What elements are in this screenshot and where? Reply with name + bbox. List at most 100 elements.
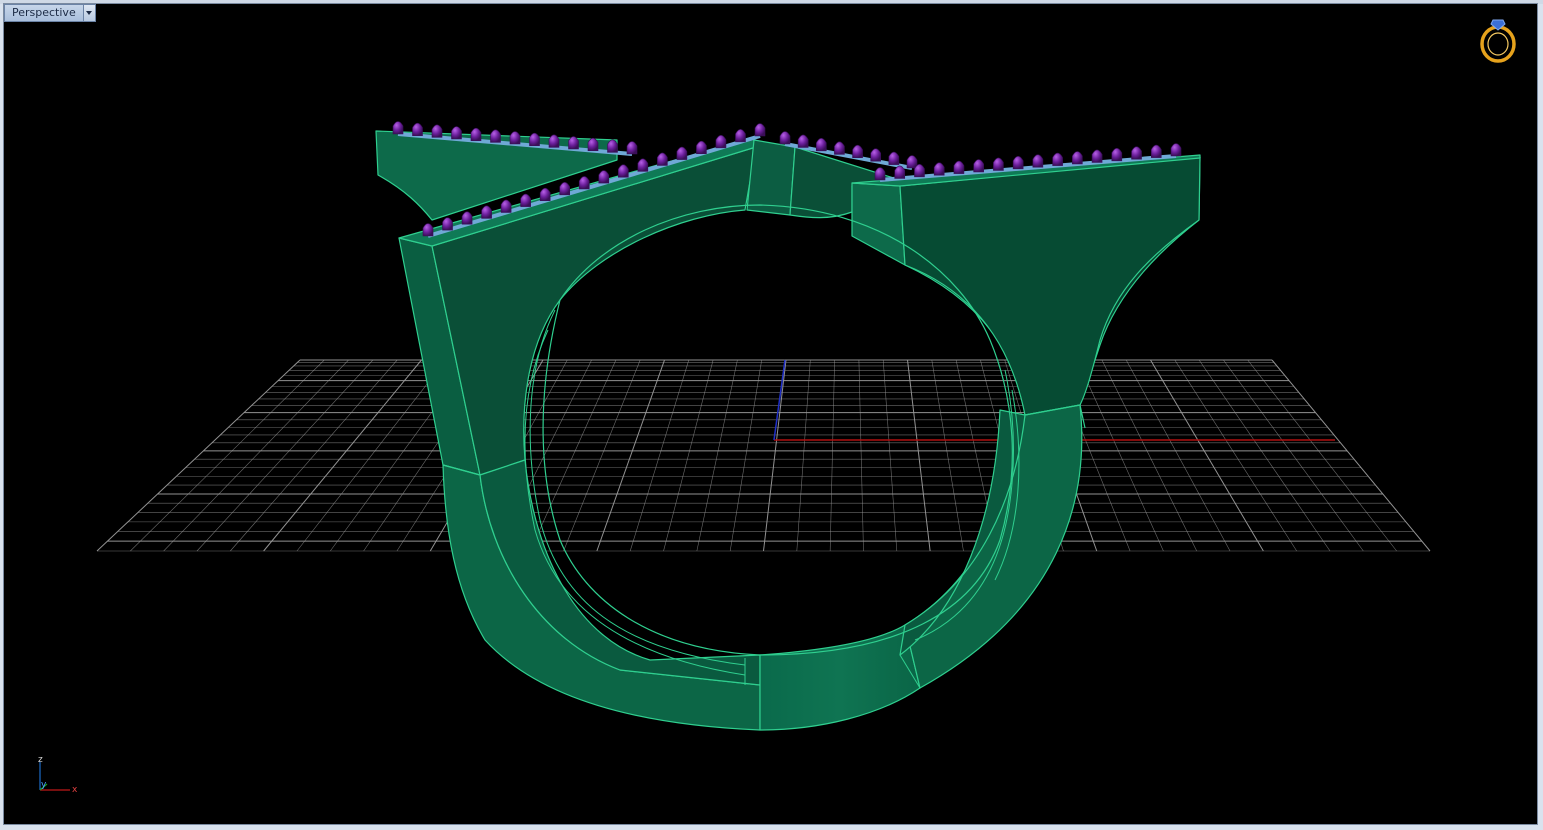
gem-stone[interactable]: [1170, 143, 1182, 157]
ring-head-right-face: [899, 156, 1201, 416]
grid-line: [263, 359, 422, 552]
grid-line: [230, 359, 398, 552]
grid-line: [1077, 359, 1164, 552]
gem-stone[interactable]: [500, 199, 512, 213]
gem-stone[interactable]: [1012, 156, 1024, 170]
gem-stone[interactable]: [442, 217, 453, 231]
gem-stone[interactable]: [1032, 154, 1044, 168]
gem-stone[interactable]: [461, 211, 473, 225]
gem-stone[interactable]: [607, 139, 618, 153]
gem-stone[interactable]: [490, 129, 501, 143]
grid-line: [696, 359, 738, 552]
ring-center-bridge: [746, 139, 796, 216]
scene-canvas[interactable]: z y x: [0, 0, 1543, 830]
gem-stone[interactable]: [953, 160, 965, 174]
grid-line: [858, 359, 864, 552]
grid-line: [1150, 359, 1264, 552]
construction-grid: [96, 359, 1431, 552]
grid-line: [1247, 359, 1397, 552]
gem-stone[interactable]: [548, 134, 560, 148]
grid-line: [163, 359, 349, 552]
grid-line: [907, 359, 931, 552]
grid-line: [882, 359, 898, 552]
gem-stone[interactable]: [657, 152, 668, 166]
grid-line: [931, 359, 964, 552]
gem-stone[interactable]: [696, 140, 707, 154]
gem-stone[interactable]: [598, 170, 610, 184]
axis-x-label: x: [72, 785, 78, 795]
gem-stone[interactable]: [529, 132, 540, 146]
gem-stone[interactable]: [870, 148, 882, 162]
grid-line: [729, 359, 762, 552]
gem-stone[interactable]: [993, 157, 1004, 171]
gem-stone[interactable]: [568, 136, 579, 150]
grid-line: [829, 359, 835, 552]
gem-stone[interactable]: [422, 223, 434, 237]
gem-stone[interactable]: [779, 131, 791, 145]
grid-line: [529, 359, 617, 552]
axis-z-label: z: [38, 755, 43, 765]
gem-stone[interactable]: [626, 141, 638, 155]
gem-stone[interactable]: [888, 151, 900, 165]
viewport-title-tab-front[interactable]: Perspective: [4, 4, 96, 22]
grid-line: [1223, 359, 1364, 552]
grid-line: [196, 359, 374, 552]
gem-stone[interactable]: [509, 131, 521, 145]
ring-icon[interactable]: [1480, 19, 1516, 63]
gem-stone[interactable]: [1150, 144, 1162, 158]
gem-stone[interactable]: [797, 134, 809, 148]
gem-stone[interactable]: [1052, 152, 1063, 166]
grid-line: [796, 359, 811, 552]
gem-stone[interactable]: [1091, 149, 1103, 163]
gem-stone[interactable]: [481, 205, 492, 219]
dropdown-arrow-icon[interactable]: [82, 4, 96, 22]
gem-stone[interactable]: [539, 187, 551, 202]
grid-line: [96, 359, 301, 552]
gem-stone[interactable]: [617, 164, 629, 178]
gem-stone[interactable]: [906, 155, 918, 169]
gem-stone[interactable]: [754, 123, 766, 137]
grid-line: [1174, 359, 1297, 552]
gem-stone[interactable]: [559, 182, 571, 196]
grid-line: [1101, 359, 1197, 552]
gem-stone[interactable]: [451, 126, 462, 140]
grid-line: [763, 359, 787, 552]
gem-stone[interactable]: [676, 146, 688, 160]
gem-stone[interactable]: [587, 137, 599, 151]
axis-gizmo-icon: z y x: [38, 755, 78, 795]
gem-stone[interactable]: [392, 121, 404, 135]
gem-stone[interactable]: [852, 144, 863, 159]
grid-line: [1125, 359, 1231, 552]
gem-stone[interactable]: [933, 162, 945, 176]
grid-line: [1198, 359, 1331, 552]
gem-stone[interactable]: [412, 122, 423, 136]
gem-stone[interactable]: [894, 165, 906, 179]
viewport-title-front[interactable]: Perspective: [4, 4, 83, 22]
gem-stone[interactable]: [1131, 146, 1142, 160]
gem-stone[interactable]: [914, 164, 925, 178]
ring-head-right-front: [851, 182, 906, 266]
gem-stone[interactable]: [1111, 148, 1123, 162]
grid-line: [130, 359, 325, 552]
gem-stone[interactable]: [973, 159, 984, 173]
grid-line: [296, 359, 447, 552]
gem-stone[interactable]: [834, 141, 845, 155]
gem-stone[interactable]: [520, 193, 531, 207]
gem-stone[interactable]: [470, 127, 482, 141]
grid-line: [663, 359, 714, 552]
gem-stone[interactable]: [431, 124, 443, 138]
ring-band-right: [904, 404, 1083, 689]
gem-stone[interactable]: [815, 138, 827, 152]
gem-stone[interactable]: [578, 176, 590, 190]
gem-stone[interactable]: [1072, 151, 1083, 165]
gem-stone[interactable]: [874, 167, 886, 181]
grid-line: [563, 359, 641, 552]
ring-model[interactable]: [375, 130, 1201, 731]
axis-y-label: y: [41, 780, 47, 790]
z-axis-line: [773, 359, 786, 441]
grid-line: [1271, 359, 1431, 552]
ring-band-bottom: [759, 624, 921, 731]
gem-stone[interactable]: [735, 129, 746, 143]
gem-stone[interactable]: [637, 158, 649, 172]
gem-stone[interactable]: [715, 134, 727, 149]
